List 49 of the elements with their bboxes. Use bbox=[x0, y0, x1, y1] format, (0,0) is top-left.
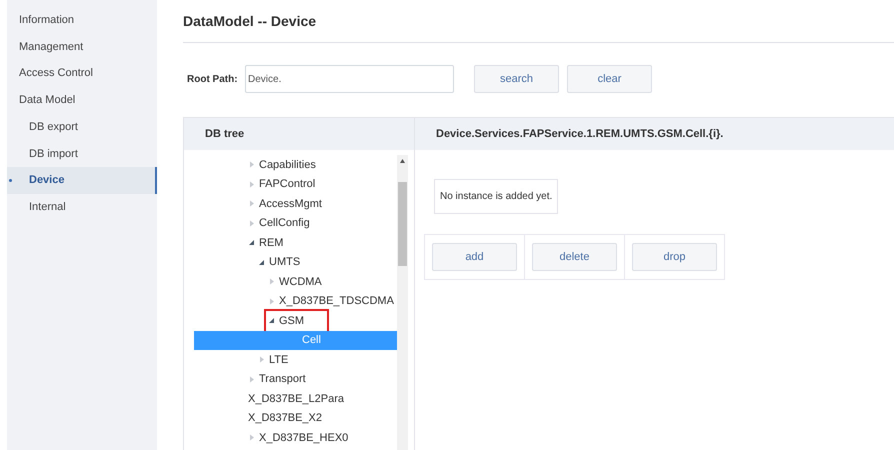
scrollbar[interactable] bbox=[397, 155, 408, 450]
root-path-field[interactable]: Device. bbox=[245, 65, 454, 93]
field-label: Root Path: bbox=[186, 72, 239, 86]
sidebar-item[interactable]: Information bbox=[7, 7, 157, 34]
toolbar-button[interactable]: clear bbox=[567, 65, 652, 93]
panel-header: Device.Services.FAPService.1.REM.UMTS.GSM.Cell.{i}. bbox=[415, 118, 894, 150]
action-button[interactable]: delete bbox=[532, 243, 617, 271]
page-title: DataModel -- Device bbox=[183, 13, 316, 29]
expanded-arrow-icon[interactable] bbox=[268, 317, 275, 324]
scroll-up-icon[interactable] bbox=[400, 159, 405, 163]
collapsed-arrow-icon[interactable] bbox=[248, 434, 255, 442]
tree-node[interactable]: X_D837BE_L2Para bbox=[194, 389, 397, 408]
collapsed-arrow-icon[interactable] bbox=[248, 200, 255, 208]
sidebar-item[interactable]: Data Model bbox=[7, 87, 157, 114]
message-box: No instance is added yet. bbox=[434, 179, 558, 214]
tree-node[interactable]: UMTS bbox=[194, 252, 397, 272]
bullet-icon bbox=[9, 179, 12, 182]
collapsed-arrow-icon[interactable] bbox=[258, 356, 265, 364]
tree-node[interactable]: WCDMA bbox=[194, 272, 397, 292]
tree-node[interactable]: X_D837BE_TDSCDMA bbox=[194, 292, 397, 311]
sidebar-item[interactable]: Management bbox=[7, 34, 157, 60]
tree-node[interactable]: CellConfig bbox=[194, 214, 397, 233]
collapsed-arrow-icon[interactable] bbox=[268, 278, 275, 286]
sidebar-item[interactable]: DB import bbox=[7, 140, 157, 168]
panel-header: DB tree bbox=[184, 118, 414, 150]
collapsed-arrow-icon[interactable] bbox=[248, 376, 255, 383]
tree-node[interactable]: GSM bbox=[194, 311, 397, 330]
expanded-arrow-icon[interactable] bbox=[258, 258, 265, 266]
collapsed-arrow-icon[interactable] bbox=[248, 220, 255, 227]
sidebar-item[interactable]: Internal bbox=[7, 194, 157, 220]
expanded-arrow-icon[interactable] bbox=[248, 239, 255, 246]
tree-node[interactable]: FAPControl bbox=[194, 174, 397, 194]
sidebar-item[interactable]: DB export bbox=[7, 114, 157, 140]
collapsed-arrow-icon[interactable] bbox=[248, 180, 255, 188]
sidebar-item[interactable]: Access Control bbox=[7, 60, 157, 88]
collapsed-arrow-icon[interactable] bbox=[248, 161, 255, 168]
sidebar-item[interactable]: Device bbox=[7, 167, 157, 194]
action-button[interactable]: drop bbox=[632, 243, 717, 271]
tree-node[interactable]: LTE bbox=[194, 350, 397, 370]
tree-node[interactable]: X_D837BE_X2 bbox=[194, 408, 397, 428]
collapsed-arrow-icon[interactable] bbox=[268, 298, 275, 305]
toolbar-button[interactable]: search bbox=[474, 65, 559, 93]
tree-node[interactable]: AccessMgmt bbox=[194, 194, 397, 214]
tree-node[interactable]: Capabilities bbox=[194, 155, 397, 174]
tree-node[interactable]: REM bbox=[194, 233, 397, 252]
scrollbar-thumb[interactable] bbox=[398, 182, 407, 266]
tree-node[interactable]: X_D837BE_HEX0 bbox=[194, 428, 397, 448]
tree-node[interactable]: Transport bbox=[194, 370, 397, 389]
action-button[interactable]: add bbox=[432, 243, 517, 271]
